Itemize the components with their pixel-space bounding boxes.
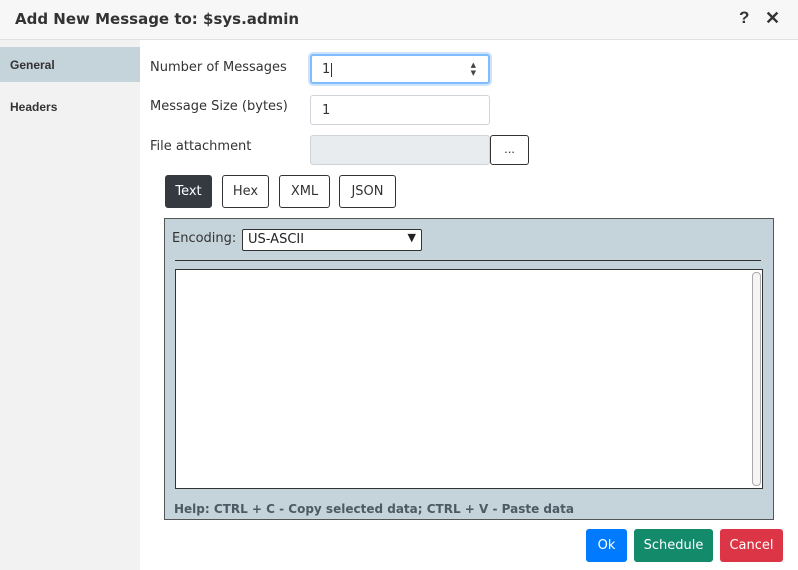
browse-button[interactable]: ...	[490, 135, 529, 165]
close-icon[interactable]: ✕	[765, 8, 780, 29]
sidebar: General Headers	[0, 40, 140, 570]
editor-panel: Encoding: US-ASCII ▼ Help: CTRL + C - Co…	[164, 218, 774, 520]
encoding-select[interactable]: US-ASCII ▼	[242, 229, 422, 251]
scrollbar[interactable]	[752, 272, 761, 486]
file-attachment-input	[310, 135, 490, 165]
help-icon[interactable]: ?	[739, 8, 749, 28]
encoding-value: US-ASCII	[248, 232, 305, 247]
sidebar-item-general[interactable]: General	[0, 47, 140, 82]
cancel-button[interactable]: Cancel	[720, 529, 783, 562]
message-content-textarea[interactable]	[175, 269, 763, 489]
dialog-title: Add New Message to: $sys.admin	[15, 10, 300, 28]
help-text: Help: CTRL + C - Copy selected data; CTR…	[174, 502, 574, 516]
encoding-label: Encoding:	[172, 231, 237, 246]
format-json-button[interactable]: JSON	[339, 175, 396, 208]
file-attachment-label: File attachment	[150, 139, 252, 154]
sidebar-item-headers[interactable]: Headers	[0, 89, 140, 124]
num-messages-value: 1	[322, 62, 331, 77]
divider	[175, 260, 761, 261]
format-hex-button[interactable]: Hex	[222, 175, 269, 208]
ok-button[interactable]: Ok	[586, 529, 627, 562]
format-xml-button[interactable]: XML	[279, 175, 330, 208]
spinner-arrows-icon[interactable]: ▲ ▼	[471, 61, 476, 77]
message-size-value: 1	[322, 103, 331, 118]
text-caret	[331, 62, 333, 77]
dialog-titlebar: Add New Message to: $sys.admin ? ✕	[0, 0, 798, 40]
num-messages-label: Number of Messages	[150, 60, 287, 75]
num-messages-input[interactable]: 1 ▲ ▼	[310, 54, 490, 84]
schedule-button[interactable]: Schedule	[634, 529, 713, 562]
format-text-button[interactable]: Text	[165, 175, 212, 208]
message-size-label: Message Size (bytes)	[150, 99, 288, 114]
chevron-down-icon: ▼	[407, 231, 416, 244]
message-size-input[interactable]: 1	[310, 95, 490, 125]
